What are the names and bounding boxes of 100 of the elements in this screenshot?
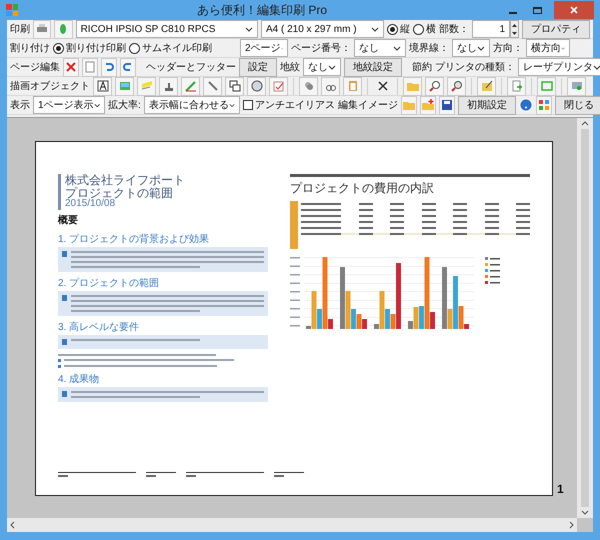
toolbar-label: 境界線： — [409, 42, 449, 56]
horizontal-scrollbar[interactable] — [7, 518, 577, 532]
chevron-icon — [477, 46, 485, 50]
chevron-icon — [393, 46, 401, 50]
document-title: プロジェクトの範囲 — [65, 186, 174, 200]
document-date: 2015/10/08 — [65, 199, 116, 210]
zoom-out-button[interactable] — [447, 76, 466, 96]
chevron-icon — [371, 26, 379, 32]
toolbar-label: 拡大率: — [108, 98, 141, 112]
text-tool-icon — [96, 79, 110, 93]
border-select[interactable]: なし — [452, 39, 490, 57]
section-heading: 3. 高レベルな要件 — [58, 322, 140, 333]
direction-select[interactable]: 横方向 — [526, 39, 570, 57]
zoom-in-button[interactable] — [425, 76, 444, 96]
note-icon — [62, 294, 67, 301]
new-folder-icon — [420, 98, 435, 112]
app-grid-button[interactable] — [536, 96, 552, 114]
note-tool-button[interactable] — [269, 76, 288, 96]
paper-select[interactable]: A4 ( 210 x 297 mm ) — [260, 20, 384, 38]
undo-button[interactable] — [101, 58, 117, 76]
line-tool-button[interactable] — [203, 76, 222, 96]
cut-button[interactable] — [321, 76, 340, 96]
leaf-button[interactable] — [54, 20, 73, 38]
chevron-icon — [94, 102, 100, 108]
image-tool-icon — [118, 79, 132, 93]
toolbar-label: 節約 — [412, 60, 432, 74]
help-icon — [518, 98, 533, 112]
page-number: 1 — [557, 481, 564, 498]
view-select[interactable]: 1ページ表示 — [33, 96, 105, 114]
down-arrow-icon — [512, 32, 517, 34]
reset-button[interactable]: 初期設定 — [458, 96, 516, 114]
up-arrow-icon — [512, 24, 517, 26]
paste-button[interactable] — [343, 76, 362, 96]
save-icon — [440, 98, 454, 112]
bullet-icon — [58, 358, 61, 362]
radio-option[interactable]: 縦 — [387, 22, 410, 36]
spinner-control[interactable] — [510, 20, 519, 38]
close-button[interactable] — [554, 1, 594, 19]
frame-icon — [540, 79, 554, 93]
legend-item — [485, 281, 500, 284]
chevron-icon — [593, 64, 600, 70]
printer-button[interactable] — [33, 20, 52, 38]
app-grid-icon — [536, 98, 551, 112]
section-heading: 1. プロジェクトの背景および効果 — [58, 234, 210, 245]
properties-button[interactable]: プロパティ — [522, 20, 590, 38]
blank-page-icon — [83, 60, 97, 74]
note-icon — [62, 250, 67, 257]
printer-type-select[interactable]: レーザプリンタ — [518, 58, 600, 76]
delete-icon — [64, 60, 78, 74]
toolbar-label: ヘッダーとフッター — [146, 60, 236, 74]
close-icon — [570, 6, 578, 14]
text-tool-button[interactable] — [93, 76, 112, 96]
delete-button[interactable] — [63, 58, 79, 76]
legend-item — [485, 269, 500, 272]
add-page-icon — [510, 79, 524, 93]
chart-title: プロジェクトの費用の内訳 — [290, 181, 434, 195]
pages-select[interactable]: 2ページ — [240, 39, 288, 57]
scroll-right-icon — [569, 521, 574, 529]
save-button[interactable] — [438, 96, 455, 114]
monitor-button[interactable] — [567, 76, 586, 96]
toolbar-label: 部数： — [439, 22, 469, 36]
zoom-select[interactable]: 表示幅に合わせる — [144, 96, 240, 114]
settings-button[interactable]: 設定 — [239, 58, 277, 76]
new-folder-button[interactable] — [420, 96, 436, 114]
copy-button[interactable] — [299, 76, 318, 96]
toolbar-label: 印刷 — [10, 22, 30, 36]
circle-tool-icon — [250, 79, 264, 93]
edit-icon — [480, 79, 494, 93]
note-tool-icon — [272, 79, 286, 93]
scroll-down-icon — [581, 510, 589, 515]
stamp-tool-button[interactable] — [159, 76, 178, 96]
copies-field[interactable]: 1 — [472, 20, 510, 38]
page-number-select[interactable]: なし — [354, 39, 406, 57]
add-page-button[interactable] — [507, 76, 526, 96]
radio-option[interactable]: サムネイル印刷 — [129, 40, 212, 56]
close-app-button[interactable]: 閉じる — [554, 96, 600, 114]
company-name: 株式会社ライフポート — [65, 174, 186, 187]
edit-button[interactable] — [477, 76, 496, 96]
rectangle-tool-button[interactable] — [225, 76, 244, 96]
watermark-settings-button[interactable]: 地紋設定 — [344, 58, 402, 76]
chevron-icon — [244, 26, 253, 32]
radio-option[interactable]: 横 — [413, 22, 436, 36]
legend-item — [485, 257, 500, 260]
vertical-scrollbar[interactable] — [577, 118, 593, 518]
scroll-left-icon — [10, 521, 15, 529]
note-icon — [62, 338, 67, 345]
frame-button[interactable] — [537, 76, 556, 96]
bullet-icon — [58, 364, 61, 368]
antialias-checkbox[interactable]: アンチエイリアス — [242, 98, 335, 112]
scroll-up-icon — [581, 121, 589, 126]
radio-option[interactable]: 割り付け印刷 — [53, 40, 126, 56]
printer-select[interactable]: RICOH IPSIO SP C810 RPCS — [76, 20, 258, 38]
delete-object-icon — [376, 79, 390, 93]
circle-tool-button[interactable] — [247, 76, 266, 96]
overview-heading: 概要 — [58, 214, 79, 228]
toolbar-label: 表示 — [10, 98, 30, 112]
watermark-select[interactable]: なし — [303, 58, 341, 76]
pen-tool-button[interactable] — [181, 76, 200, 96]
toolbar-label: 描画オブジェクト — [10, 80, 90, 94]
redo-button[interactable] — [120, 58, 136, 76]
